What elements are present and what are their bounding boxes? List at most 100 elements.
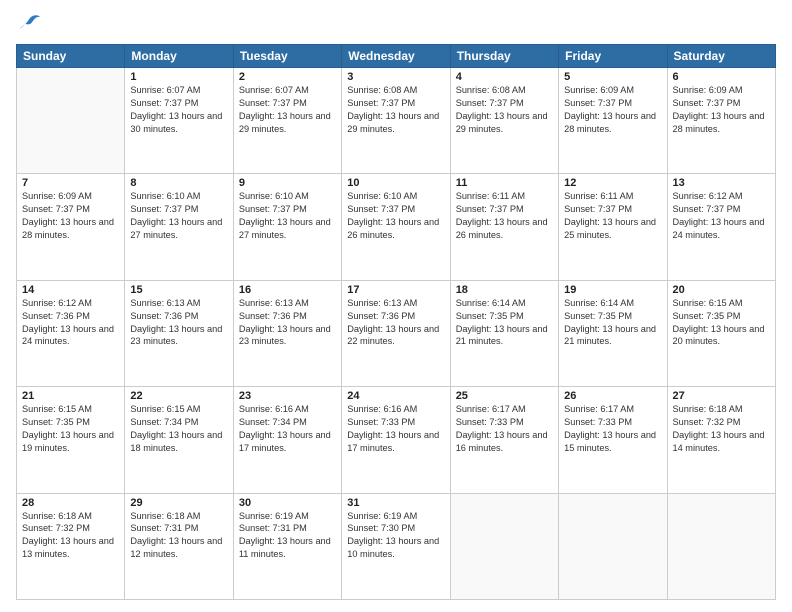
daylight: Daylight: 13 hours and 27 minutes. (130, 217, 222, 240)
calendar-cell: 23 Sunrise: 6:16 AM Sunset: 7:34 PM Dayl… (233, 387, 341, 493)
sunset: Sunset: 7:32 PM (673, 417, 741, 427)
sunset: Sunset: 7:37 PM (239, 204, 307, 214)
sunrise: Sunrise: 6:10 AM (130, 191, 200, 201)
calendar-cell: 12 Sunrise: 6:11 AM Sunset: 7:37 PM Dayl… (559, 174, 667, 280)
calendar-cell: 7 Sunrise: 6:09 AM Sunset: 7:37 PM Dayli… (17, 174, 125, 280)
day-info: Sunrise: 6:11 AM Sunset: 7:37 PM Dayligh… (564, 190, 661, 242)
calendar-cell: 27 Sunrise: 6:18 AM Sunset: 7:32 PM Dayl… (667, 387, 775, 493)
sunrise: Sunrise: 6:14 AM (564, 298, 634, 308)
sunrise: Sunrise: 6:12 AM (673, 191, 743, 201)
day-info: Sunrise: 6:10 AM Sunset: 7:37 PM Dayligh… (347, 190, 444, 242)
sunrise: Sunrise: 6:17 AM (564, 404, 634, 414)
day-number: 19 (564, 284, 661, 296)
sunset: Sunset: 7:35 PM (22, 417, 90, 427)
calendar-cell (667, 493, 775, 599)
day-info: Sunrise: 6:13 AM Sunset: 7:36 PM Dayligh… (347, 297, 444, 349)
day-info: Sunrise: 6:16 AM Sunset: 7:34 PM Dayligh… (239, 403, 336, 455)
day-number: 26 (564, 390, 661, 402)
calendar-table: SundayMondayTuesdayWednesdayThursdayFrid… (16, 44, 776, 600)
daylight: Daylight: 13 hours and 21 minutes. (456, 324, 548, 347)
sunrise: Sunrise: 6:09 AM (22, 191, 92, 201)
daylight: Daylight: 13 hours and 26 minutes. (456, 217, 548, 240)
daylight: Daylight: 13 hours and 17 minutes. (347, 430, 439, 453)
day-number: 1 (130, 71, 227, 83)
calendar-cell: 31 Sunrise: 6:19 AM Sunset: 7:30 PM Dayl… (342, 493, 450, 599)
sunset: Sunset: 7:36 PM (347, 311, 415, 321)
calendar-cell: 22 Sunrise: 6:15 AM Sunset: 7:34 PM Dayl… (125, 387, 233, 493)
calendar-cell (17, 68, 125, 174)
calendar-cell: 28 Sunrise: 6:18 AM Sunset: 7:32 PM Dayl… (17, 493, 125, 599)
calendar-header-saturday: Saturday (667, 45, 775, 68)
daylight: Daylight: 13 hours and 13 minutes. (22, 536, 114, 559)
calendar-cell: 15 Sunrise: 6:13 AM Sunset: 7:36 PM Dayl… (125, 280, 233, 386)
day-info: Sunrise: 6:09 AM Sunset: 7:37 PM Dayligh… (564, 84, 661, 136)
calendar-cell: 17 Sunrise: 6:13 AM Sunset: 7:36 PM Dayl… (342, 280, 450, 386)
daylight: Daylight: 13 hours and 20 minutes. (673, 324, 765, 347)
sunrise: Sunrise: 6:17 AM (456, 404, 526, 414)
day-info: Sunrise: 6:15 AM Sunset: 7:35 PM Dayligh… (22, 403, 119, 455)
day-number: 15 (130, 284, 227, 296)
daylight: Daylight: 13 hours and 12 minutes. (130, 536, 222, 559)
sunset: Sunset: 7:36 PM (22, 311, 90, 321)
day-info: Sunrise: 6:14 AM Sunset: 7:35 PM Dayligh… (456, 297, 553, 349)
calendar-cell: 5 Sunrise: 6:09 AM Sunset: 7:37 PM Dayli… (559, 68, 667, 174)
sunset: Sunset: 7:35 PM (673, 311, 741, 321)
day-number: 23 (239, 390, 336, 402)
day-number: 18 (456, 284, 553, 296)
day-number: 8 (130, 177, 227, 189)
sunrise: Sunrise: 6:13 AM (130, 298, 200, 308)
daylight: Daylight: 13 hours and 25 minutes. (564, 217, 656, 240)
sunrise: Sunrise: 6:18 AM (130, 511, 200, 521)
day-number: 4 (456, 71, 553, 83)
daylight: Daylight: 13 hours and 11 minutes. (239, 536, 331, 559)
day-number: 22 (130, 390, 227, 402)
day-info: Sunrise: 6:12 AM Sunset: 7:37 PM Dayligh… (673, 190, 770, 242)
sunset: Sunset: 7:34 PM (130, 417, 198, 427)
calendar-cell: 2 Sunrise: 6:07 AM Sunset: 7:37 PM Dayli… (233, 68, 341, 174)
sunrise: Sunrise: 6:16 AM (347, 404, 417, 414)
calendar-week-row: 7 Sunrise: 6:09 AM Sunset: 7:37 PM Dayli… (17, 174, 776, 280)
logo (16, 12, 48, 36)
sunrise: Sunrise: 6:13 AM (239, 298, 309, 308)
calendar-cell (559, 493, 667, 599)
sunset: Sunset: 7:35 PM (564, 311, 632, 321)
page: SundayMondayTuesdayWednesdayThursdayFrid… (0, 0, 792, 612)
sunset: Sunset: 7:37 PM (130, 98, 198, 108)
calendar-cell: 20 Sunrise: 6:15 AM Sunset: 7:35 PM Dayl… (667, 280, 775, 386)
daylight: Daylight: 13 hours and 23 minutes. (239, 324, 331, 347)
calendar-week-row: 28 Sunrise: 6:18 AM Sunset: 7:32 PM Dayl… (17, 493, 776, 599)
day-number: 9 (239, 177, 336, 189)
day-info: Sunrise: 6:16 AM Sunset: 7:33 PM Dayligh… (347, 403, 444, 455)
sunset: Sunset: 7:37 PM (673, 98, 741, 108)
sunset: Sunset: 7:34 PM (239, 417, 307, 427)
sunset: Sunset: 7:31 PM (239, 523, 307, 533)
calendar-cell: 30 Sunrise: 6:19 AM Sunset: 7:31 PM Dayl… (233, 493, 341, 599)
day-number: 17 (347, 284, 444, 296)
sunset: Sunset: 7:36 PM (130, 311, 198, 321)
calendar-week-row: 1 Sunrise: 6:07 AM Sunset: 7:37 PM Dayli… (17, 68, 776, 174)
day-info: Sunrise: 6:08 AM Sunset: 7:37 PM Dayligh… (456, 84, 553, 136)
calendar-cell: 21 Sunrise: 6:15 AM Sunset: 7:35 PM Dayl… (17, 387, 125, 493)
calendar-cell: 8 Sunrise: 6:10 AM Sunset: 7:37 PM Dayli… (125, 174, 233, 280)
day-number: 6 (673, 71, 770, 83)
sunset: Sunset: 7:31 PM (130, 523, 198, 533)
daylight: Daylight: 13 hours and 28 minutes. (564, 111, 656, 134)
daylight: Daylight: 13 hours and 29 minutes. (456, 111, 548, 134)
sunset: Sunset: 7:37 PM (347, 98, 415, 108)
sunrise: Sunrise: 6:08 AM (456, 85, 526, 95)
sunrise: Sunrise: 6:16 AM (239, 404, 309, 414)
sunset: Sunset: 7:37 PM (456, 204, 524, 214)
daylight: Daylight: 13 hours and 24 minutes. (22, 324, 114, 347)
sunset: Sunset: 7:37 PM (456, 98, 524, 108)
day-info: Sunrise: 6:10 AM Sunset: 7:37 PM Dayligh… (130, 190, 227, 242)
sunset: Sunset: 7:35 PM (456, 311, 524, 321)
calendar-header-tuesday: Tuesday (233, 45, 341, 68)
daylight: Daylight: 13 hours and 29 minutes. (239, 111, 331, 134)
sunset: Sunset: 7:37 PM (564, 204, 632, 214)
sunrise: Sunrise: 6:09 AM (564, 85, 634, 95)
sunrise: Sunrise: 6:08 AM (347, 85, 417, 95)
day-number: 30 (239, 497, 336, 509)
sunset: Sunset: 7:32 PM (22, 523, 90, 533)
calendar-header-friday: Friday (559, 45, 667, 68)
calendar-cell: 18 Sunrise: 6:14 AM Sunset: 7:35 PM Dayl… (450, 280, 558, 386)
